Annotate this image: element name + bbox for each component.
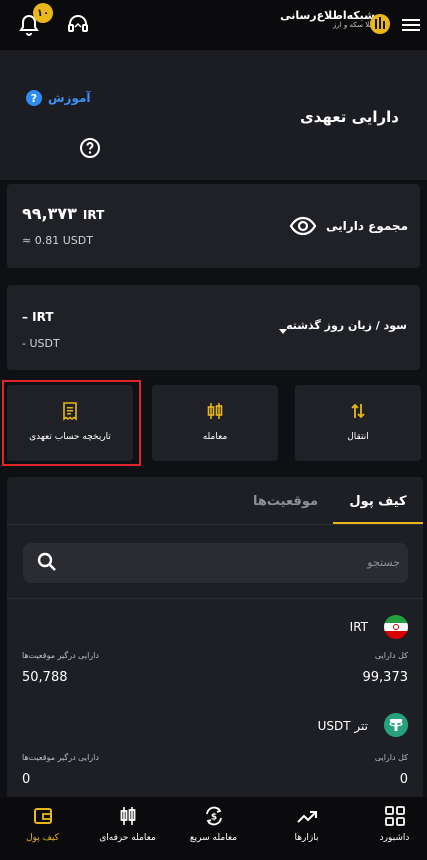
wallet-icon — [32, 805, 54, 827]
dashboard-icon — [384, 805, 406, 827]
transfer-arrows-icon — [348, 401, 368, 421]
learn-link[interactable]: ? آموزش — [26, 90, 91, 106]
hamburger-menu-icon[interactable] — [401, 15, 421, 35]
help-circle-icon[interactable] — [79, 137, 101, 159]
candlestick-icon — [205, 401, 225, 421]
total-assets-label: مجموع دارایی — [326, 219, 408, 233]
transfer-button[interactable]: انتقال — [295, 385, 421, 461]
trend-icon — [296, 805, 318, 827]
total-assets-currency: IRT — [82, 208, 105, 222]
exchange-icon: $ — [203, 805, 225, 827]
asset-in-positions-label: دارایی درگیر موقعیت‌ها — [22, 753, 99, 762]
asset-in-positions-label: دارایی درگیر موقعیت‌ها — [22, 651, 99, 660]
tab-wallet[interactable]: کیف پول — [333, 477, 423, 525]
highlight-box — [2, 380, 141, 466]
iran-flag-icon — [384, 615, 408, 639]
total-assets-usdt: ≈ 0.81 USDT — [22, 234, 93, 247]
tab-divider — [7, 524, 423, 525]
total-assets-amount: ۹۹,۳۷۳ — [22, 204, 77, 223]
list-divider — [7, 598, 423, 599]
nav-quick-trade[interactable]: $ معامله سریع — [171, 797, 256, 860]
asset-total-value: 99,373 — [362, 670, 409, 685]
svg-text:$: $ — [210, 813, 216, 823]
nav-label: کیف پول — [26, 833, 59, 843]
nav-label: معامله سریع — [189, 833, 238, 843]
asset-total-value: 0 — [399, 772, 408, 787]
brand-logo-text: شبکه‌اطلاع‌رسانی طلا سکه و ارز — [280, 9, 375, 30]
tether-icon — [384, 713, 408, 737]
page-title: دارایی تعهدی — [299, 108, 399, 126]
asset-total-label: کل دارایی — [374, 651, 408, 660]
notification-badge: ۱۰ — [33, 3, 53, 23]
pnl-value: – IRT — [22, 310, 54, 324]
pnl-usdt: - USDT — [22, 337, 60, 350]
total-assets-value: ۹۹,۳۷۳ IRT — [22, 204, 104, 223]
trade-label: معامله — [202, 432, 228, 442]
learn-label: آموزش — [48, 91, 91, 105]
nav-label: داشبورد — [379, 833, 410, 843]
trade-button[interactable]: معامله — [152, 385, 278, 461]
pnl-period-select[interactable]: سود / زیان روز گذشته — [286, 319, 407, 332]
nav-label: معامله حرفه‌ای — [99, 833, 156, 843]
nav-markets[interactable]: بازارها — [264, 797, 349, 860]
nav-wallet[interactable]: کیف پول — [0, 797, 85, 860]
asset-name-usdt: تتر USDT — [317, 719, 368, 733]
brand-tagline: طلا سکه و ارز — [333, 21, 375, 30]
transfer-label: انتقال — [347, 432, 369, 442]
search-icon[interactable] — [36, 551, 58, 573]
search-input[interactable] — [23, 543, 408, 583]
asset-name-irt: IRT — [349, 620, 368, 634]
nav-pro-trade[interactable]: معامله حرفه‌ای — [85, 797, 170, 860]
support-headset-icon[interactable] — [66, 12, 90, 36]
wallet-panel — [7, 477, 423, 797]
nav-dashboard[interactable]: داشبورد — [352, 797, 427, 860]
eye-icon[interactable] — [289, 214, 317, 238]
nav-label: بازارها — [294, 833, 319, 843]
asset-in-positions-value: 0 — [22, 772, 31, 787]
brand-logo-icon — [369, 13, 391, 35]
question-circle-icon: ? — [26, 90, 42, 106]
tab-positions[interactable]: موقعیت‌ها — [238, 477, 333, 525]
asset-total-label: کل دارایی — [374, 753, 408, 762]
search-placeholder: جستجو — [367, 556, 400, 569]
asset-in-positions-value: 50,788 — [22, 670, 68, 685]
candles-icon — [117, 805, 139, 827]
